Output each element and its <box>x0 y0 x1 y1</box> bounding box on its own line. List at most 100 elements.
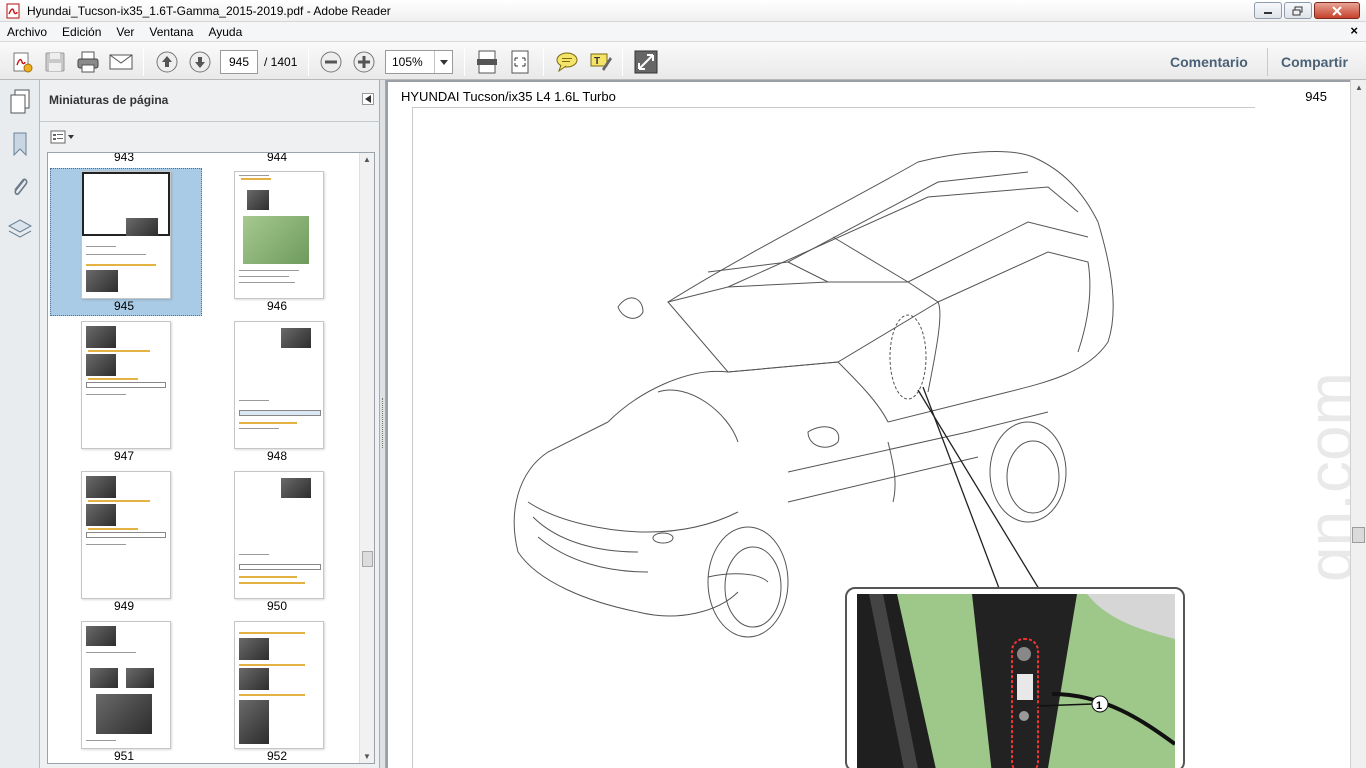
svg-text:T: T <box>594 56 600 67</box>
print-button[interactable] <box>75 49 101 75</box>
scroll-up-icon[interactable]: ▲ <box>363 155 371 164</box>
thumbnail-label: 943 <box>113 152 135 164</box>
thumbnails-panel: Miniaturas de página 943 944 945 946 947… <box>40 80 380 768</box>
zoom-out-button[interactable] <box>318 49 344 75</box>
thumbnail-scrollbar[interactable]: ▲ ▼ <box>359 153 374 763</box>
page-thumbnails-button[interactable] <box>6 88 34 116</box>
layers-icon <box>7 219 33 238</box>
paperclip-icon <box>14 178 28 196</box>
expand-icon <box>634 50 658 74</box>
page-header-title: HYUNDAI Tucson/ix35 L4 1.6L Turbo <box>401 89 616 104</box>
attachments-button[interactable] <box>6 173 34 201</box>
envelope-icon <box>109 54 133 70</box>
zoom-dropdown-button[interactable] <box>434 51 452 73</box>
create-pdf-icon <box>13 52 33 73</box>
bookmarks-button[interactable] <box>6 130 34 158</box>
chevron-down-icon <box>68 135 74 139</box>
thumbnail-page-947[interactable] <box>81 321 171 449</box>
pages-icon <box>10 89 30 114</box>
vehicle-illustration <box>513 151 1114 638</box>
fit-width-icon <box>511 50 529 74</box>
save-button[interactable] <box>42 49 68 75</box>
close-document-button[interactable]: × <box>1350 23 1358 38</box>
share-panel-button[interactable]: Compartir <box>1281 54 1348 70</box>
zoom-select[interactable]: 105% <box>385 50 453 74</box>
scrollbar-thumb[interactable] <box>362 551 373 567</box>
add-comment-button[interactable] <box>554 49 580 75</box>
email-button[interactable] <box>108 49 134 75</box>
thumbnail-page-946[interactable] <box>234 171 324 299</box>
previous-page-button[interactable] <box>154 49 180 75</box>
scroll-down-icon[interactable]: ▼ <box>363 752 371 761</box>
menu-edicion[interactable]: Edición <box>55 25 109 39</box>
callout-number: 1 <box>1096 700 1102 712</box>
toolbar-separator <box>622 48 623 76</box>
toolbar-separator <box>464 48 465 76</box>
panel-title: Miniaturas de página <box>49 93 169 107</box>
collapse-panel-button[interactable] <box>362 93 374 105</box>
window-controls <box>1254 2 1360 19</box>
menu-ventana[interactable]: Ventana <box>142 25 201 39</box>
page-total: / 1401 <box>264 55 298 69</box>
pdf-page[interactable]: HYUNDAI Tucson/ix35 L4 1.6L Turbo 945 gn… <box>388 82 1366 768</box>
chevron-left-icon <box>365 95 371 103</box>
create-pdf-button[interactable] <box>9 49 35 75</box>
scrollbar-thumb[interactable] <box>1352 527 1365 543</box>
page-number-input[interactable]: 945 <box>220 50 258 74</box>
thumbnail-list[interactable]: 943 944 945 946 947 948 949 950 951 952 … <box>47 152 375 764</box>
header-rule <box>412 107 1255 108</box>
thumbnail-page-952[interactable] <box>234 621 324 749</box>
thumbnail-page-951[interactable] <box>81 621 171 749</box>
thumbnail-label: 946 <box>266 299 288 313</box>
document-view: HYUNDAI Tucson/ix35 L4 1.6L Turbo 945 gn… <box>380 80 1366 768</box>
menu-ver[interactable]: Ver <box>109 25 142 39</box>
restore-icon <box>1292 6 1303 15</box>
thumbnail-page-945[interactable] <box>81 171 171 299</box>
toolbar-separator <box>143 48 144 76</box>
thumbnail-label: 950 <box>266 599 288 613</box>
thumbnail-options-button[interactable] <box>50 128 74 146</box>
fit-width-button[interactable] <box>507 49 533 75</box>
menu-bar: Archivo Edición Ver Ventana Ayuda × <box>0 22 1366 41</box>
printer-icon <box>77 51 99 73</box>
comment-panel-button[interactable]: Comentario <box>1170 54 1248 70</box>
panel-splitter[interactable] <box>380 80 386 768</box>
thumbnail-page-950[interactable] <box>234 471 324 599</box>
speech-bubble-icon <box>556 52 578 73</box>
thumbnail-label: 952 <box>266 749 288 763</box>
close-window-button[interactable] <box>1314 2 1360 19</box>
scroll-up-icon[interactable]: ▲ <box>1355 83 1363 92</box>
minimize-icon <box>1264 11 1272 14</box>
plus-icon <box>353 51 375 73</box>
menu-ayuda[interactable]: Ayuda <box>201 25 250 39</box>
zoom-in-button[interactable] <box>351 49 377 75</box>
arrow-down-icon <box>189 51 211 73</box>
margin-rule <box>412 107 413 768</box>
fit-page-icon <box>477 50 497 74</box>
bookmark-icon <box>13 132 27 157</box>
thumbnail-label: 947 <box>113 449 135 463</box>
save-icon <box>45 52 65 72</box>
arrow-up-icon <box>156 51 178 73</box>
toolbar-separator <box>1267 48 1268 76</box>
b-pillar-detail-photo: 1 <box>857 594 1175 768</box>
options-list-icon <box>50 130 66 144</box>
page-header-number: 945 <box>1305 89 1327 104</box>
menu-archivo[interactable]: Archivo <box>0 25 55 39</box>
minus-icon <box>320 51 342 73</box>
restore-button[interactable] <box>1284 2 1312 19</box>
full-screen-button[interactable] <box>633 49 659 75</box>
close-icon <box>1332 5 1342 16</box>
next-page-button[interactable] <box>187 49 213 75</box>
layers-button[interactable] <box>6 215 34 243</box>
document-scrollbar[interactable]: ▲ <box>1350 80 1366 768</box>
highlight-text-button[interactable]: T <box>587 49 613 75</box>
detail-photo-frame: 1 <box>845 587 1185 768</box>
minimize-button[interactable] <box>1254 2 1282 19</box>
zoom-value: 105% <box>392 55 423 69</box>
fit-page-button[interactable] <box>474 49 500 75</box>
thumbnail-label: 945 <box>113 299 135 313</box>
chevron-down-icon <box>439 59 448 65</box>
thumbnail-page-948[interactable] <box>234 321 324 449</box>
thumbnail-page-949[interactable] <box>81 471 171 599</box>
